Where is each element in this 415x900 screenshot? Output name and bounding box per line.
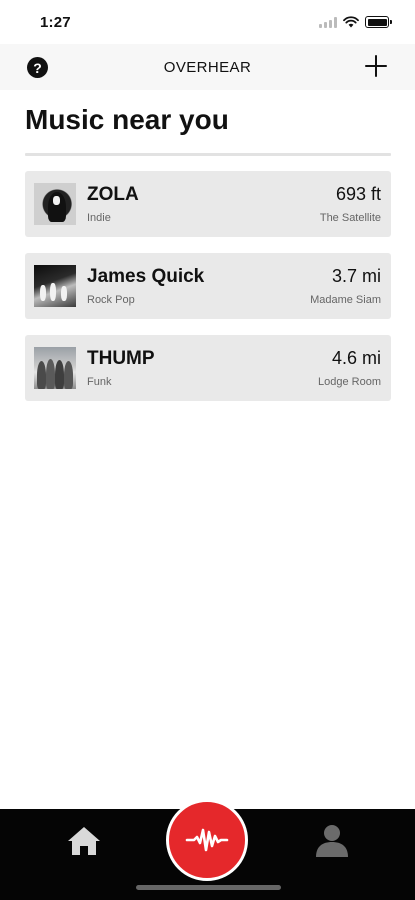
tab-bar [0,799,415,900]
artist-thumbnail [34,265,76,307]
record-button[interactable] [166,799,248,881]
artist-thumbnail [34,347,76,389]
artist-genre: Funk [87,376,112,388]
signal-icon [319,16,337,28]
home-icon[interactable] [66,825,102,857]
venue: Lodge Room [318,376,381,388]
title-divider [25,153,391,156]
artist-name: THUMP [87,348,155,369]
status-bar: 1:27 [0,0,415,44]
distance: 4.6 mi [331,348,381,368]
page-title: Music near you [25,104,229,135]
artist-name: James Quick [87,266,205,287]
app-title: OVERHEAR [163,58,252,76]
nav-bar: ? OVERHEAR [0,44,415,90]
help-icon[interactable]: ? [27,57,48,78]
listing-card[interactable]: James Quick Rock Pop 3.7 mi Madame Siam [25,253,391,319]
home-indicator [136,885,281,890]
battery-icon [365,16,392,28]
status-icons [319,16,392,28]
listing-card[interactable]: ZOLA Indie 693 ft The Satellite [25,171,391,237]
distance: 3.7 mi [331,266,381,286]
wifi-icon [343,16,359,28]
artist-genre: Indie [87,212,111,224]
distance: 693 ft [335,184,381,204]
profile-icon[interactable] [314,822,350,858]
listing-card[interactable]: THUMP Funk 4.6 mi Lodge Room [25,335,391,401]
status-time: 1:27 [40,13,71,31]
waveform-icon [185,828,229,852]
artist-thumbnail [34,183,76,225]
plus-icon[interactable] [365,55,387,77]
artist-genre: Rock Pop [87,294,135,306]
venue: Madame Siam [310,294,381,306]
listing-list: ZOLA Indie 693 ft The Satellite James Qu… [25,171,391,417]
venue: The Satellite [319,212,381,224]
artist-name: ZOLA [87,184,139,205]
